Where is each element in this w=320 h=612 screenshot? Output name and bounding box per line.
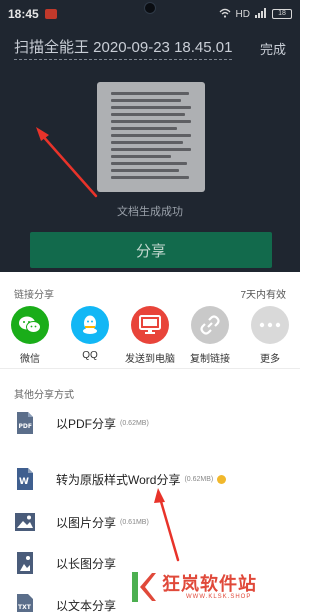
link-validity[interactable]: 7天内有效 — [240, 286, 286, 301]
option-label: 转为原版样式Word分享 — [56, 472, 181, 487]
link-share-header: 链接分享 7天内有效 — [14, 286, 286, 301]
document-preview[interactable] — [97, 82, 205, 192]
share-app-label: 复制链接 — [190, 354, 230, 365]
more-icon — [251, 306, 289, 344]
wifi-icon — [219, 8, 231, 21]
option-label: 以图片分享 — [56, 515, 117, 530]
option-share-word[interactable]: W 转为原版样式Word分享 (0.62MB) — [14, 464, 286, 494]
watermark-brand: 狂岚软件站 — [162, 574, 257, 594]
option-label: 以文本分享 — [56, 598, 117, 612]
share-app-label: 发送到电脑 — [125, 354, 175, 365]
share-send-to-pc[interactable]: 发送到电脑 — [120, 306, 180, 365]
premium-crown-icon — [217, 474, 227, 484]
share-qq[interactable]: QQ — [60, 306, 120, 361]
share-app-label: 更多 — [260, 354, 280, 365]
option-size: (0.62MB) — [120, 419, 149, 427]
svg-text:W: W — [19, 477, 29, 487]
option-label: 以长图分享 — [56, 556, 117, 571]
share-app-label: 微信 — [20, 354, 40, 365]
share-app-label: QQ — [82, 350, 98, 361]
share-sheet: 链接分享 7天内有效 微信 QQ 发送到电脑 复制链接 更多 其他分享方式 PD… — [0, 272, 300, 612]
status-right: HD 18 — [219, 7, 292, 21]
share-app-row: 微信 QQ 发送到电脑 复制链接 更多 — [0, 306, 300, 376]
share-more[interactable]: 更多 — [240, 306, 300, 365]
option-size: (0.61MB) — [120, 518, 149, 526]
watermark-logo — [132, 572, 156, 602]
option-size: (0.62MB) — [184, 475, 214, 483]
svg-text:PDF: PDF — [19, 423, 32, 430]
front-camera — [144, 2, 156, 14]
done-button[interactable]: 完成 — [260, 39, 286, 58]
share-copy-link[interactable]: 复制链接 — [180, 306, 240, 365]
title-bar: 扫描全能王 2020-09-23 18.45.01 完成 — [0, 28, 300, 68]
share-wechat[interactable]: 微信 — [0, 306, 60, 365]
watermark: 狂岚软件站 WWW.KLSK.SHOP — [130, 568, 298, 608]
monitor-icon — [131, 306, 169, 344]
signal-text: HD — [235, 8, 250, 20]
signal-icon — [255, 7, 267, 21]
status-bar: 18:45 HD 18 — [0, 0, 300, 28]
status-time: 18:45 — [8, 7, 39, 21]
option-share-pdf[interactable]: PDF 以PDF分享 (0.62MB) — [14, 408, 286, 438]
word-icon: W — [14, 466, 36, 492]
divider — [0, 368, 300, 369]
link-icon — [191, 306, 229, 344]
option-label: 以PDF分享 — [56, 416, 117, 431]
wechat-icon — [11, 306, 49, 344]
txt-icon: TXT — [14, 592, 36, 612]
option-share-image[interactable]: 以图片分享 (0.61MB) — [14, 507, 286, 537]
notification-icon — [44, 9, 57, 19]
other-share-title: 其他分享方式 — [14, 390, 74, 401]
qq-icon — [71, 306, 109, 344]
scan-app-background: 18:45 HD 18 扫描全能王 2020-09-23 18.45.01 完成 — [0, 0, 300, 272]
long-image-icon — [14, 550, 36, 576]
pdf-icon: PDF — [14, 410, 36, 436]
image-icon — [14, 509, 36, 535]
share-button[interactable]: 分享 — [30, 232, 272, 268]
document-title[interactable]: 扫描全能王 2020-09-23 18.45.01 — [14, 36, 233, 60]
watermark-url: WWW.KLSK.SHOP — [186, 594, 252, 600]
preview-caption: 文档生成成功 — [117, 206, 183, 218]
svg-text:TXT: TXT — [18, 604, 32, 611]
battery-icon: 18 — [272, 9, 292, 19]
link-share-title: 链接分享 — [14, 290, 54, 301]
